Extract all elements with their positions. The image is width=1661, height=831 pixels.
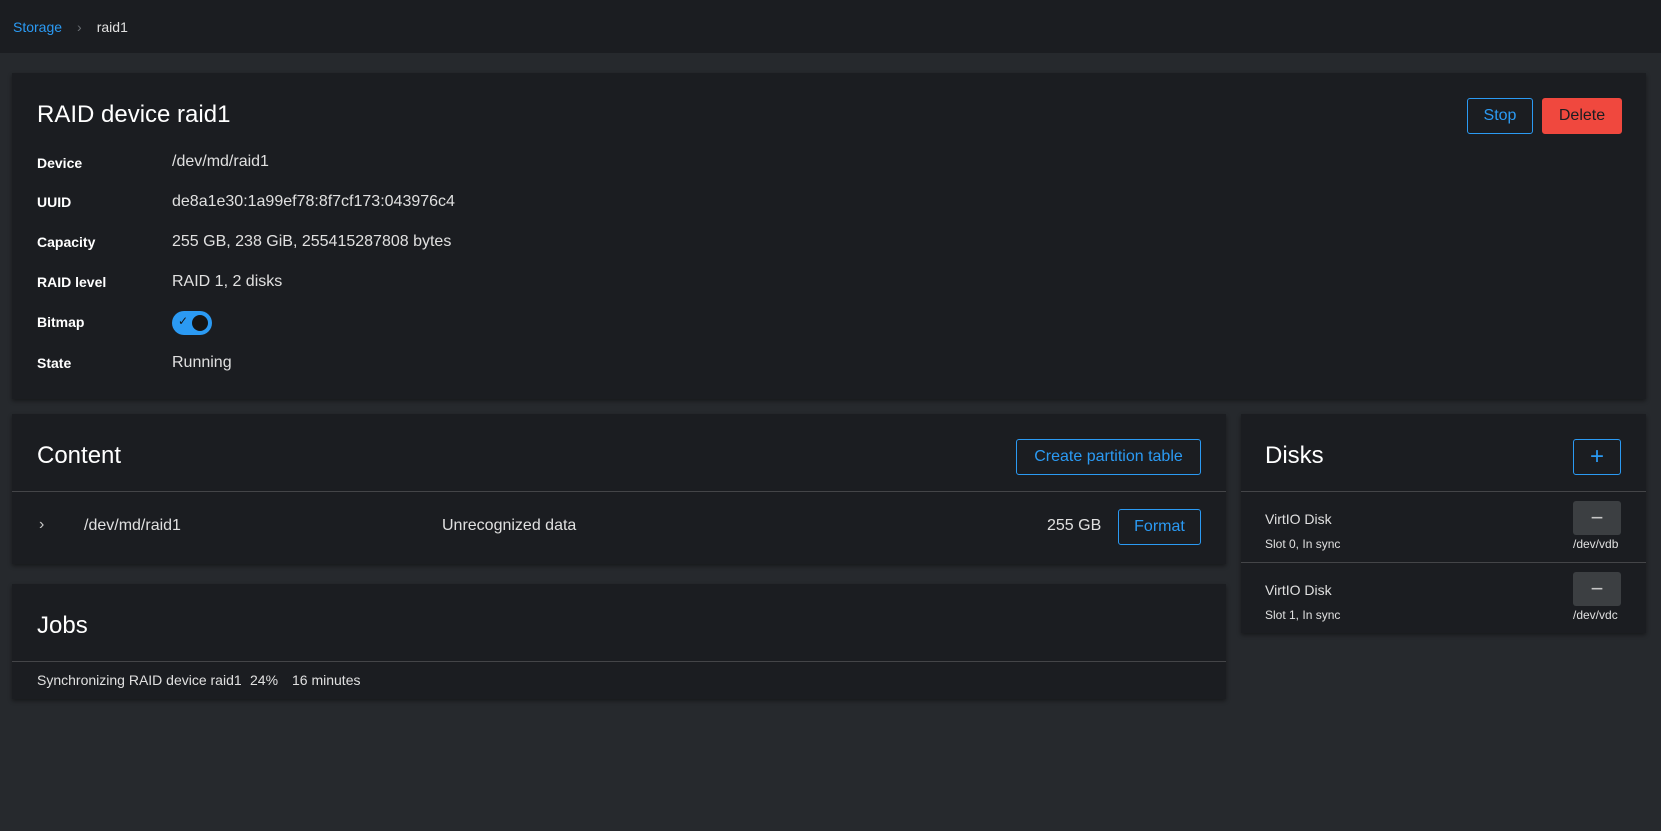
chevron-right-icon[interactable]: ›: [39, 516, 44, 534]
disk-path: /dev/vdb: [1573, 537, 1619, 551]
disk-item: VirtIO Disk Slot 0, In sync − /dev/vdb: [1241, 492, 1646, 562]
jobs-card: Jobs Synchronizing RAID device raid1 24%…: [12, 584, 1226, 699]
chevron-right-icon: ›: [77, 18, 82, 35]
disks-card: Disks + VirtIO Disk Slot 0, In sync − /d…: [1241, 414, 1646, 633]
format-button[interactable]: Format: [1118, 509, 1201, 545]
jobs-divider: [12, 661, 1226, 662]
device-value: /dev/md/raid1: [172, 153, 269, 170]
content-card: Content Create partition table › /dev/md…: [12, 414, 1226, 564]
job-description: Synchronizing RAID device raid1: [37, 672, 242, 688]
toggle-knob: [192, 315, 208, 331]
state-value: Running: [172, 354, 232, 371]
create-partition-table-button[interactable]: Create partition table: [1016, 439, 1201, 475]
delete-button[interactable]: Delete: [1542, 98, 1622, 134]
disk-slot: Slot 0, In sync: [1265, 537, 1341, 551]
capacity-value: 255 GB, 238 GiB, 255415287808 bytes: [172, 233, 452, 250]
bitmap-toggle[interactable]: ✓: [172, 311, 212, 335]
job-remaining: 16 minutes: [292, 672, 361, 688]
raid-level-label: RAID level: [37, 274, 107, 290]
remove-disk-button[interactable]: −: [1573, 572, 1621, 606]
content-device-name: /dev/md/raid1: [84, 517, 181, 534]
raid-level-value: RAID 1, 2 disks: [172, 273, 283, 290]
disk-item: VirtIO Disk Slot 1, In sync − /dev/vdc: [1241, 563, 1646, 633]
bitmap-label: Bitmap: [37, 314, 85, 330]
remove-disk-button[interactable]: −: [1573, 501, 1621, 535]
content-size: 255 GB: [1047, 517, 1102, 534]
disk-slot: Slot 1, In sync: [1265, 608, 1341, 622]
content-title: Content: [37, 442, 122, 469]
disk-name: VirtIO Disk: [1265, 582, 1332, 598]
content-type: Unrecognized data: [442, 517, 577, 534]
jobs-title: Jobs: [37, 612, 88, 639]
uuid-value: de8a1e30:1a99ef78:8f7cf173:043976c4: [172, 193, 455, 210]
page-title: RAID device raid1: [37, 101, 231, 128]
state-label: State: [37, 355, 72, 371]
job-progress: 24%: [250, 672, 279, 688]
capacity-label: Capacity: [37, 234, 96, 250]
check-icon: ✓: [178, 314, 189, 328]
disks-title: Disks: [1265, 442, 1324, 469]
add-disk-button[interactable]: +: [1573, 439, 1621, 475]
disk-name: VirtIO Disk: [1265, 511, 1332, 527]
breadcrumb: Storage › raid1: [0, 0, 1661, 53]
breadcrumb-storage-link[interactable]: Storage: [13, 19, 62, 35]
stop-button[interactable]: Stop: [1467, 98, 1533, 134]
device-label: Device: [37, 155, 83, 171]
content-row[interactable]: › /dev/md/raid1 Unrecognized data 255 GB…: [12, 492, 1226, 564]
uuid-label: UUID: [37, 194, 72, 210]
disk-path: /dev/vdc: [1573, 608, 1618, 622]
breadcrumb-current: raid1: [96, 18, 128, 35]
